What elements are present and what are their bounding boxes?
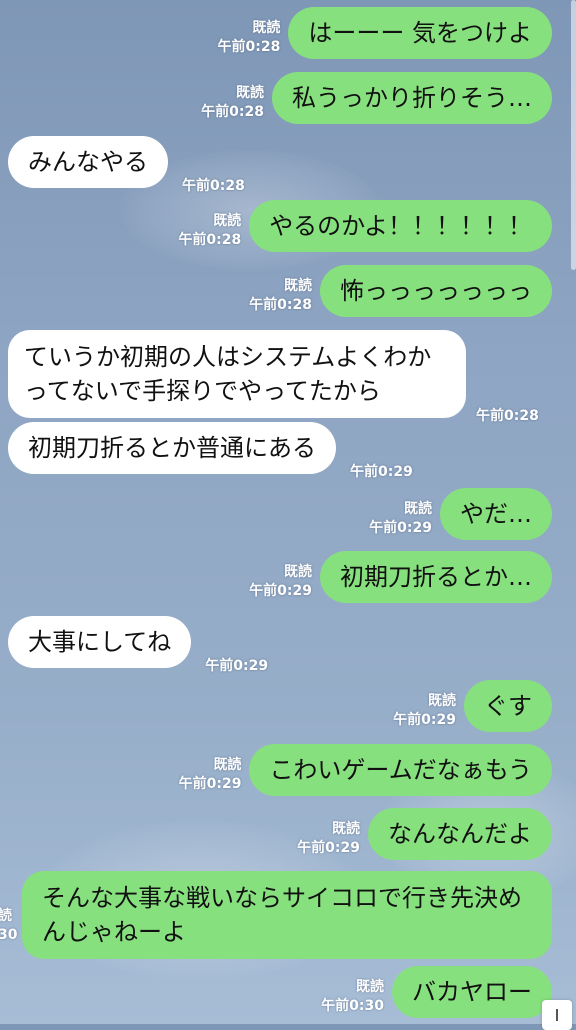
- message-outgoing: 既読 午前0:28 はーーー 気をつけよ: [218, 7, 552, 59]
- read-receipt: 読: [0, 908, 12, 924]
- timestamp: 午前0:29: [369, 520, 432, 536]
- timestamp: 午前0:28: [182, 178, 245, 194]
- message-incoming: 大事にしてね 午前0:29: [8, 616, 268, 674]
- message-meta: 既読 午前0:29: [179, 756, 242, 794]
- message-bubble[interactable]: そんな大事な戦いならサイコロで行き先決めんじゃねーよ: [22, 871, 552, 959]
- read-receipt: 既読: [404, 501, 432, 517]
- timestamp: 午前0:29: [350, 464, 413, 480]
- read-receipt: 既読: [252, 20, 281, 36]
- read-receipt: 既読: [284, 278, 312, 294]
- message-meta-partial: 読 30: [0, 907, 17, 945]
- message-meta: 既読 午前0:28: [178, 212, 241, 250]
- timestamp: 午前0:28: [476, 408, 539, 424]
- message-bubble[interactable]: なんなんだよ: [368, 808, 552, 860]
- message-outgoing: 既読 午前0:30 バカヤロー: [321, 966, 552, 1018]
- message-incoming: ていうか初期の人はシステムよくわかってないで手探りでやってたから 午前0:28: [8, 330, 539, 424]
- message-bubble[interactable]: やるのかよ！！！！！！: [249, 200, 552, 252]
- timestamp: 午前0:29: [249, 583, 312, 599]
- message-meta: 既読 午前0:29: [369, 500, 432, 538]
- timestamp: 午前0:28: [249, 297, 312, 313]
- message-outgoing: 既読 午前0:29 こわいゲームだなぁもう: [179, 744, 552, 796]
- message-bubble[interactable]: やだ…: [440, 488, 552, 540]
- message-outgoing: 既読 午前0:29 ぐす: [393, 680, 552, 732]
- read-receipt: 既読: [284, 564, 312, 580]
- scrollbar[interactable]: [571, 0, 576, 270]
- timestamp: 午前0:29: [205, 658, 269, 674]
- message-meta: 既読 午前0:29: [393, 692, 456, 730]
- read-receipt: 既読: [428, 693, 456, 709]
- message-meta: 既読 午前0:30: [321, 978, 384, 1016]
- message-meta: 既読 午前0:29: [297, 820, 360, 858]
- message-bubble[interactable]: 私うっかり折りそう…: [272, 72, 552, 124]
- message-meta: 既読 午前0:29: [249, 563, 312, 601]
- message-incoming: 初期刀折るとか普通にある 午前0:29: [8, 422, 413, 480]
- message-incoming: みんなやる 午前0:28: [8, 136, 245, 194]
- message-bubble[interactable]: こわいゲームだなぁもう: [249, 744, 552, 796]
- timestamp: 午前0:29: [178, 776, 242, 792]
- timestamp: 午前0:28: [201, 104, 264, 120]
- message-bubble[interactable]: 初期刀折るとか普通にある: [8, 422, 336, 474]
- timestamp: 午前0:29: [393, 712, 456, 728]
- message-bubble[interactable]: 大事にしてね: [8, 616, 192, 668]
- message-meta: 午前0:29: [205, 657, 268, 676]
- timestamp: 午前0:28: [217, 39, 281, 55]
- message-outgoing: 既読 午前0:29 なんなんだよ: [297, 808, 552, 860]
- timestamp: 午前0:28: [178, 232, 242, 248]
- read-receipt: 既読: [356, 979, 384, 995]
- message-meta: 午前0:28: [182, 177, 245, 196]
- read-receipt: 既読: [213, 757, 242, 773]
- read-receipt: 既読: [236, 85, 264, 101]
- timestamp: 30: [0, 927, 18, 943]
- message-bubble[interactable]: 初期刀折るとか…: [320, 551, 552, 603]
- message-outgoing: 既読 午前0:28 私うっかり折りそう…: [201, 72, 552, 124]
- message-bubble[interactable]: ぐす: [464, 680, 552, 732]
- message-bubble[interactable]: ていうか初期の人はシステムよくわかってないで手探りでやってたから: [8, 330, 466, 418]
- message-meta: 午前0:28: [476, 407, 539, 426]
- message-bubble[interactable]: はーーー 気をつけよ: [288, 7, 552, 59]
- read-receipt: 既読: [332, 821, 360, 837]
- message-bubble[interactable]: 怖っっっっっっっ: [320, 265, 552, 317]
- chat-area[interactable]: 既読 午前0:28 はーーー 気をつけよ 既読 午前0:28 私うっかり折りそう…: [0, 0, 576, 1024]
- message-bubble[interactable]: みんなやる: [8, 136, 168, 188]
- message-meta: 午前0:29: [350, 463, 413, 482]
- scroll-indicator-icon: [556, 1009, 558, 1021]
- timestamp: 午前0:29: [297, 840, 360, 856]
- message-outgoing: 既読 午前0:29 初期刀折るとか…: [249, 551, 552, 603]
- message-meta: 既読 午前0:28: [249, 277, 312, 315]
- message-bubble[interactable]: バカヤロー: [392, 966, 552, 1018]
- message-meta: 既読 午前0:28: [218, 19, 281, 57]
- message-outgoing: そんな大事な戦いならサイコロで行き先決めんじゃねーよ: [22, 871, 552, 959]
- message-outgoing: 既読 午前0:29 やだ…: [369, 488, 552, 540]
- timestamp: 午前0:30: [321, 998, 384, 1014]
- message-outgoing: 既読 午前0:28 怖っっっっっっっ: [249, 265, 552, 317]
- message-meta: 既読 午前0:28: [201, 84, 264, 122]
- read-receipt: 既読: [213, 213, 242, 229]
- message-outgoing: 既読 午前0:28 やるのかよ！！！！！！: [178, 200, 552, 252]
- scroll-to-bottom-button[interactable]: [542, 1000, 572, 1030]
